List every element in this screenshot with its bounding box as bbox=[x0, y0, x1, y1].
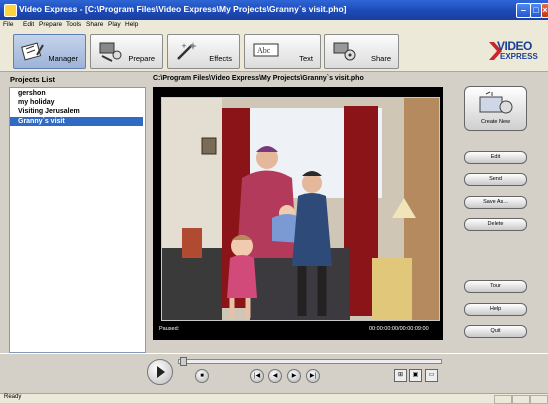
app-icon bbox=[4, 4, 17, 17]
step-back-icon[interactable]: ◀ bbox=[268, 369, 282, 383]
video-frame[interactable] bbox=[161, 97, 440, 321]
quit-button[interactable]: Quit bbox=[464, 325, 527, 338]
window-title: Video Express - [C:\Program Files\Video … bbox=[19, 4, 347, 14]
title-bar: Video Express - [C:\Program Files\Video … bbox=[0, 0, 548, 20]
menu-play[interactable]: Play bbox=[108, 21, 121, 28]
tab-share[interactable]: Share bbox=[324, 34, 399, 69]
tab-prepare[interactable]: Prepare bbox=[90, 34, 163, 69]
stop-button[interactable]: ■ bbox=[195, 369, 209, 383]
projects-list[interactable]: gershon my holiday Visiting Jerusalem Gr… bbox=[9, 87, 146, 353]
play-button[interactable] bbox=[147, 359, 173, 385]
main-toolbar: Manager Prepare Effects Abc Text Share bbox=[0, 31, 548, 72]
logo-line1: VIDEO bbox=[497, 39, 532, 53]
view-mode-3-icon[interactable]: ▭ bbox=[425, 369, 438, 382]
manager-icon bbox=[21, 42, 44, 61]
help-button[interactable]: Help bbox=[464, 303, 527, 316]
menu-tools[interactable]: Tools bbox=[66, 21, 81, 28]
status-panel bbox=[494, 395, 512, 404]
seek-bar[interactable] bbox=[178, 359, 442, 364]
tour-button[interactable]: Tour bbox=[464, 280, 527, 293]
create-new-icon bbox=[479, 91, 513, 114]
playback-time: 00:00:00:00/00:00:09:00 bbox=[369, 326, 429, 332]
create-new-button[interactable]: Create New bbox=[464, 86, 527, 131]
menu-help[interactable]: Help bbox=[125, 21, 138, 28]
project-path: C:\Program Files\Video Express\My Projec… bbox=[153, 75, 364, 82]
save-as-button[interactable]: Save As... bbox=[464, 196, 527, 209]
video-express-logo: VIDEO EXPRESS bbox=[488, 37, 548, 65]
effects-icon bbox=[177, 42, 197, 60]
project-item[interactable]: my holiday bbox=[10, 98, 143, 107]
seek-handle[interactable] bbox=[180, 357, 187, 366]
tab-share-label: Share bbox=[370, 54, 391, 63]
menu-bar: File Edit Prepare Tools Share Play Help bbox=[0, 20, 548, 31]
status-text: Ready bbox=[4, 394, 22, 400]
menu-file[interactable]: File bbox=[3, 21, 13, 28]
minimize-button[interactable]: – bbox=[516, 3, 531, 18]
tab-effects-label: Effects bbox=[209, 54, 232, 63]
menu-prepare[interactable]: Prepare bbox=[39, 21, 62, 28]
logo-line2: EXPRESS bbox=[500, 52, 538, 61]
view-mode-1-icon[interactable]: ⊞ bbox=[394, 369, 407, 382]
tab-effects[interactable]: Effects bbox=[167, 34, 240, 69]
tab-text-label: Text bbox=[299, 54, 313, 63]
menu-share[interactable]: Share bbox=[86, 21, 103, 28]
text-icon: Abc bbox=[253, 43, 279, 57]
projects-list-header: Projects List bbox=[10, 75, 56, 84]
project-item[interactable]: gershon bbox=[10, 89, 143, 98]
step-forward-icon[interactable]: ▶ bbox=[287, 369, 301, 383]
menu-edit[interactable]: Edit bbox=[23, 21, 34, 28]
delete-button[interactable]: Delete bbox=[464, 218, 527, 231]
tab-manager-label: Manager bbox=[48, 54, 78, 63]
close-button[interactable]: × bbox=[541, 3, 548, 18]
share-icon bbox=[333, 42, 356, 61]
status-panel bbox=[512, 395, 530, 404]
svg-text:Abc: Abc bbox=[257, 46, 271, 55]
skip-back-icon[interactable]: |◀ bbox=[250, 369, 264, 383]
tab-manager[interactable]: Manager bbox=[13, 34, 86, 69]
edit-button[interactable]: Edit bbox=[464, 151, 527, 164]
status-panel bbox=[530, 395, 548, 404]
view-mode-2-icon[interactable]: ▣ bbox=[409, 369, 422, 382]
project-item-selected[interactable]: Granny`s visit bbox=[10, 117, 143, 126]
prepare-icon bbox=[99, 42, 122, 62]
send-button[interactable]: Send bbox=[464, 173, 527, 186]
project-item[interactable]: Visiting Jerusalem bbox=[10, 107, 143, 116]
skip-forward-icon[interactable]: ▶| bbox=[306, 369, 320, 383]
create-new-label: Create New bbox=[480, 119, 511, 125]
tab-text[interactable]: Abc Text bbox=[244, 34, 321, 69]
family-photo-image bbox=[162, 98, 439, 320]
tab-prepare-label: Prepare bbox=[128, 54, 155, 63]
playback-status: Paused: bbox=[159, 326, 180, 332]
